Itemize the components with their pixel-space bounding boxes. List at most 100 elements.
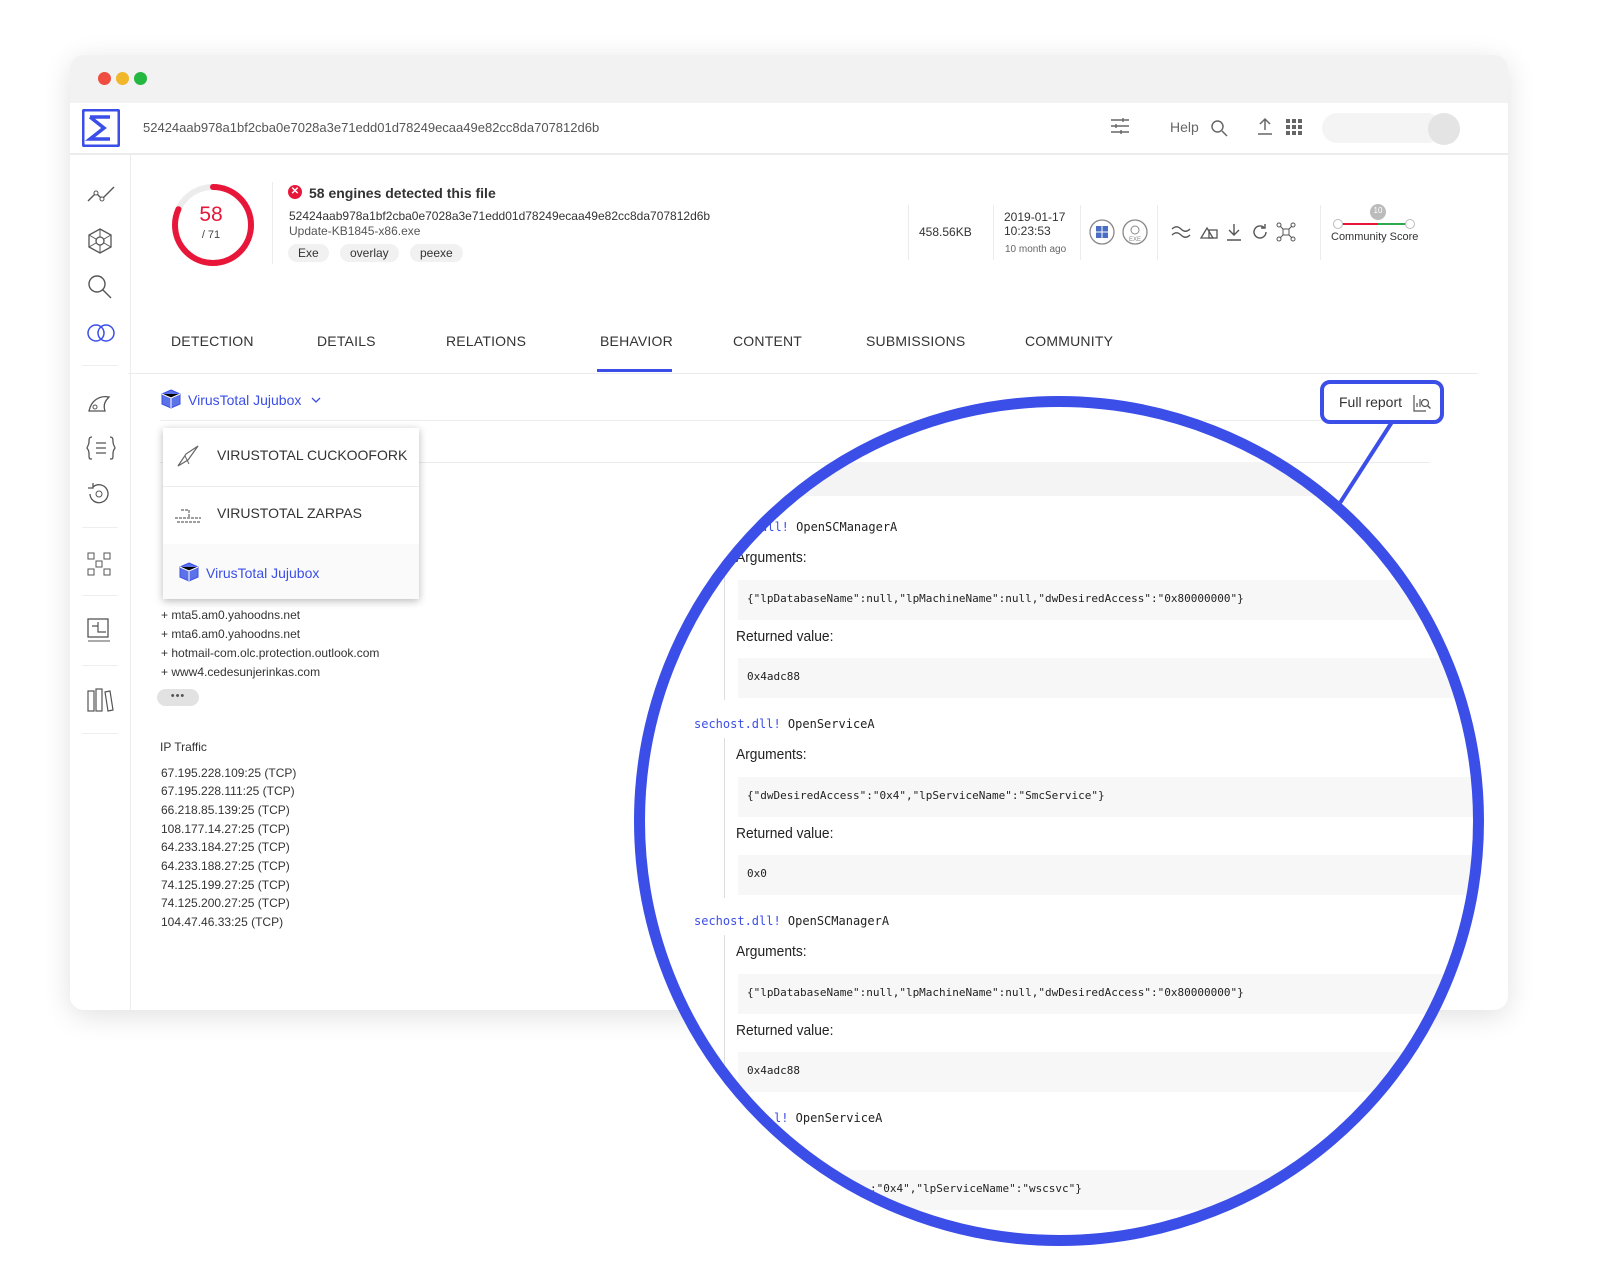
maximize-window-button[interactable]: [134, 72, 147, 85]
file-tag[interactable]: peexe: [410, 244, 463, 262]
dropdown-item-jujubox[interactable]: VirusTotal Jujubox: [163, 544, 419, 599]
search-icon[interactable]: [1210, 119, 1228, 137]
dns-item: + hotmail-com.olc.protection.outlook.com: [161, 646, 380, 660]
summary-divider: [993, 205, 994, 260]
tab-details[interactable]: DETAILS: [317, 333, 376, 349]
scan-age: 10 month ago: [1005, 244, 1067, 255]
arguments-label: Arguments:: [736, 943, 807, 960]
tab-behavior[interactable]: BEHAVIOR: [600, 333, 673, 349]
diffing-icon[interactable]: [86, 551, 112, 577]
returned-value: 0x4adc88: [747, 1064, 800, 1077]
tab-content[interactable]: CONTENT: [733, 333, 802, 349]
left-sidebar: [70, 155, 131, 1010]
help-link[interactable]: Help: [1170, 119, 1199, 135]
ip-traffic-item: 74.125.200.27:25 (TCP): [161, 896, 290, 910]
file-tag[interactable]: Exe: [288, 244, 329, 262]
file-hash[interactable]: 52424aab978a1bf2cba0e7028a3e71edd01d7824…: [289, 209, 710, 223]
account-search-box[interactable]: [1322, 113, 1442, 143]
ip-traffic-item: 64.233.188.27:25 (TCP): [161, 859, 290, 873]
intelligence-rings-icon[interactable]: [86, 323, 116, 343]
summary-divider: [908, 205, 909, 260]
top-bar: 52424aab978a1bf2cba0e7028a3e71edd01d7824…: [70, 103, 1508, 155]
community-score-label: Community Score: [1331, 231, 1419, 243]
compare-waves-icon[interactable]: [1171, 224, 1191, 240]
ip-traffic-item: 67.195.228.111:25 (TCP): [161, 784, 295, 798]
reanalyze-icon[interactable]: [1250, 222, 1270, 242]
dns-item: + mta5.am0.yahoodns.net: [161, 608, 301, 622]
call-tree-line: [724, 935, 725, 1095]
chevron-down-icon[interactable]: [311, 396, 321, 404]
returned-label: Returned value:: [736, 628, 834, 645]
filter-sliders-icon[interactable]: [1110, 116, 1130, 136]
api-call-name: dll! OpenSCManagerA: [760, 520, 898, 534]
apps-grid-icon[interactable]: [1286, 119, 1302, 135]
download-icon[interactable]: [1225, 222, 1243, 242]
summary-divider: [1320, 205, 1321, 260]
zarpas-boat-icon: [175, 509, 201, 523]
dropdown-item-label: VIRUSTOTAL ZARPAS: [217, 505, 362, 521]
sidebar-divider: [82, 733, 118, 734]
avatar[interactable]: [1428, 113, 1460, 145]
dropdown-item-label: VIRUSTOTAL CUCKOOFORK: [217, 447, 408, 463]
windows-exe-icon: [1089, 219, 1115, 245]
arguments-value: {"dwDesiredAccess":"0x4","lpServiceName"…: [747, 789, 1105, 802]
ip-traffic-item: 66.218.85.139:25 (TCP): [161, 803, 290, 817]
dropdown-item-cuckoofork[interactable]: VIRUSTOTAL CUCKOOFORK: [163, 428, 419, 487]
returned-row: [738, 1052, 1478, 1092]
ip-traffic-item: 104.47.46.33:25 (TCP): [161, 915, 284, 929]
api-call-name: l! OpenServiceA: [774, 1111, 883, 1125]
file-name: Update-KB1845-x86.exe: [289, 224, 421, 238]
upload-icon[interactable]: [1256, 116, 1274, 136]
sidebar-divider: [82, 665, 118, 666]
hunting-icon[interactable]: [86, 391, 112, 417]
call-tree-line: [724, 540, 725, 700]
ip-traffic-item: 64.233.184.27:25 (TCP): [161, 840, 290, 854]
search-icon[interactable]: [86, 273, 114, 301]
file-tag[interactable]: overlay: [340, 244, 399, 262]
dns-item: + mta6.am0.yahoodns.net: [161, 627, 301, 641]
show-more-button[interactable]: •••: [157, 689, 199, 706]
returned-value: 0x4adc88: [747, 670, 800, 683]
call-tree-line: [724, 738, 725, 898]
tab-submissions[interactable]: SUBMISSIONS: [866, 333, 965, 349]
ip-traffic-item: 67.195.228.109:25 (TCP): [161, 766, 297, 780]
api-call-name: sechost.dll! OpenServiceA: [694, 717, 875, 731]
sandbox-selector[interactable]: VirusTotal Jujubox: [188, 392, 301, 408]
ip-traffic-title: IP Traffic: [160, 740, 207, 754]
graph-relations-icon[interactable]: [86, 617, 112, 643]
minimize-window-button[interactable]: [116, 72, 129, 85]
tab-relations[interactable]: RELATIONS: [446, 333, 526, 349]
sidebar-divider: [82, 365, 118, 366]
magnifier-lens: dll! OpenSCManagerA Arguments: {"lpDatab…: [634, 396, 1484, 1246]
summary-divider: [1080, 205, 1081, 260]
returned-value: 0x0: [747, 867, 767, 880]
tab-community[interactable]: COMMUNITY: [1025, 333, 1113, 349]
returned-row: [738, 855, 1478, 895]
detection-total: / 71: [201, 229, 221, 241]
tab-detection[interactable]: DETECTION: [171, 333, 254, 349]
summary-divider: [1157, 205, 1158, 260]
arguments-row: [738, 1170, 1478, 1210]
collections-library-icon[interactable]: [86, 687, 114, 713]
title-bar: [70, 55, 1508, 103]
virustotal-logo-icon[interactable]: [82, 109, 120, 147]
sandbox-dropdown: VIRUSTOTAL CUCKOOFORK VIRUSTOTAL ZARPAS …: [163, 428, 419, 599]
search-hash-text[interactable]: 52424aab978a1bf2cba0e7028a3e71edd01d7824…: [143, 120, 599, 135]
returned-row: [738, 658, 1478, 698]
similar-shapes-icon[interactable]: [1199, 222, 1219, 242]
analytics-line-icon[interactable]: [86, 183, 116, 207]
call-tree-line: [724, 1130, 725, 1240]
retrohunt-icon[interactable]: [86, 481, 112, 507]
graph-nodes-icon[interactable]: [1276, 222, 1296, 242]
jujubox-cube-icon: [179, 562, 199, 582]
dropdown-item-zarpas[interactable]: VIRUSTOTAL ZARPAS: [163, 486, 419, 545]
returned-label: Returned value:: [736, 825, 834, 842]
danger-x-icon: ✕: [288, 185, 302, 199]
dns-item: + www4.cedesunjerinkas.com: [161, 665, 321, 679]
yara-rules-icon[interactable]: [86, 435, 116, 461]
ip-traffic-item: 108.177.14.27:25 (TCP): [161, 822, 290, 836]
summary-divider: [272, 182, 273, 264]
graph-network-icon[interactable]: [86, 227, 114, 255]
tab-bar: DETECTION DETAILS RELATIONS BEHAVIOR CON…: [128, 320, 1478, 374]
close-window-button[interactable]: [98, 72, 111, 85]
